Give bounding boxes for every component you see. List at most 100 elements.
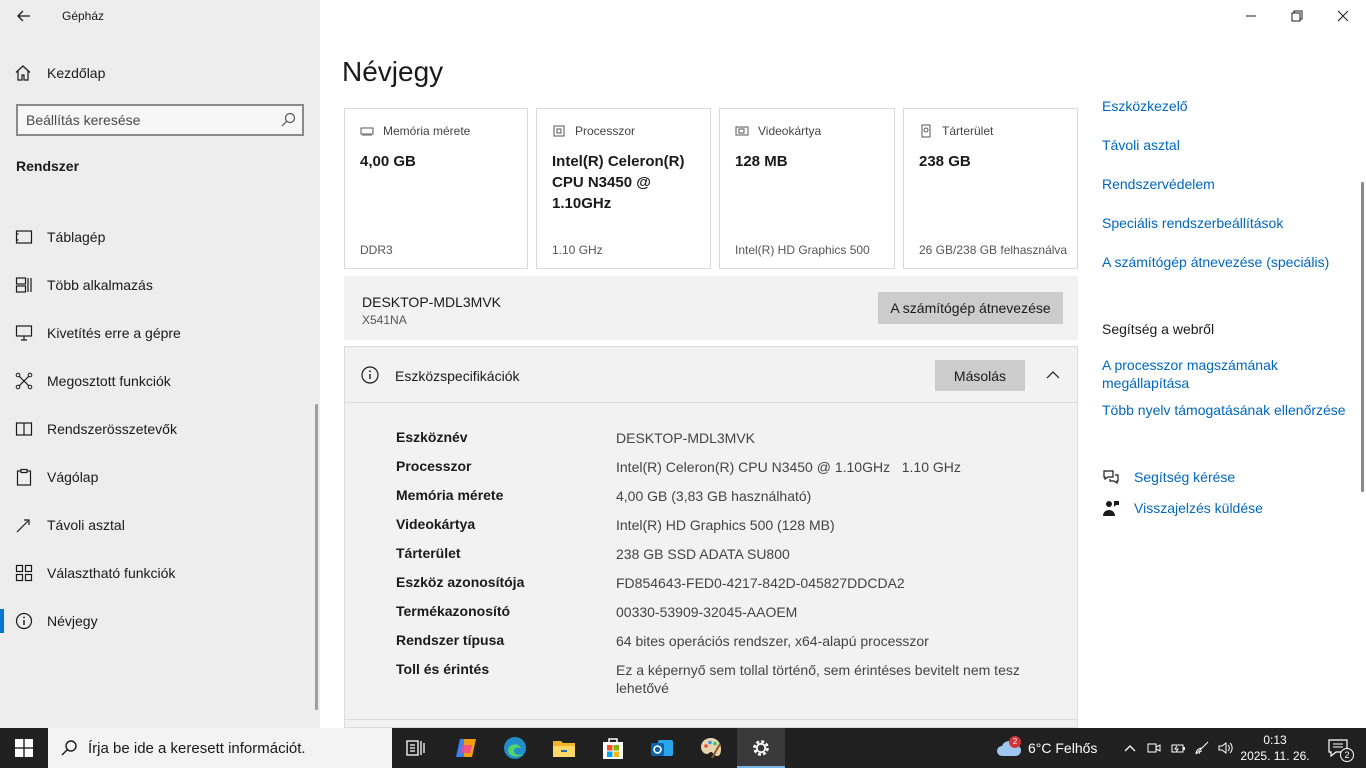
taskbar-search-box[interactable]: Írja be ide a keresett információt. — [48, 728, 392, 768]
remote-desktop-link[interactable]: Távoli asztal — [1102, 136, 1180, 154]
task-view-icon — [406, 740, 425, 756]
minimize-button[interactable] — [1228, 0, 1274, 32]
specifications-header[interactable]: Eszközspecifikációk Másolás — [345, 347, 1077, 403]
store-taskbar-app[interactable] — [589, 728, 637, 768]
task-view-button[interactable] — [392, 728, 440, 768]
back-button[interactable] — [10, 4, 38, 28]
sidebar-item-tablet[interactable]: Táblagép — [0, 213, 320, 261]
card-value: 4,00 GB — [360, 153, 416, 170]
processor-icon — [553, 125, 565, 137]
divider — [345, 719, 1077, 720]
sidebar-item-label: Kivetítés erre a gépre — [47, 325, 181, 341]
meet-now-tray-icon[interactable] — [1142, 728, 1166, 768]
get-help-label: Segítség kérése — [1134, 469, 1236, 485]
search-icon[interactable] — [280, 112, 296, 128]
multi-language-link[interactable]: Több nyelv támogatásának ellenőrzése — [1102, 401, 1346, 419]
sidebar-item-label: Névjegy — [47, 613, 98, 629]
notification-center-button[interactable]: 2 — [1320, 728, 1360, 768]
close-button[interactable] — [1320, 0, 1366, 32]
copy-button[interactable]: Másolás — [935, 360, 1025, 391]
speaker-icon — [1218, 742, 1233, 754]
show-hidden-icons-button[interactable] — [1118, 728, 1142, 768]
tablet-icon — [15, 230, 33, 244]
sidebar-item-label: Több alkalmazás — [47, 277, 153, 293]
spec-key: Termékazonosító — [396, 603, 511, 619]
card-label: Processzor — [575, 124, 636, 138]
spec-key: Rendszer típusa — [396, 632, 505, 648]
battery-icon — [1171, 744, 1185, 753]
sidebar-item-label: Rendszerösszetevők — [47, 421, 177, 437]
spec-value: DESKTOP-MDL3MVK — [616, 430, 755, 446]
settings-taskbar-app[interactable] — [737, 728, 785, 768]
sidebar-item-multitasking[interactable]: Több alkalmazás — [0, 261, 320, 309]
card-value: Intel(R) Celeron(R) CPU N3450 @ 1.10GHz — [552, 153, 685, 212]
processor-card: Processzor Intel(R) Celeron(R) CPU N3450… — [536, 108, 711, 269]
taskbar: Írja be ide a keresett információt. 2 6°… — [0, 728, 1366, 768]
weather-widget[interactable]: 2 6°C Felhős — [994, 728, 1106, 768]
card-subtext: 1.10 GHz — [552, 243, 603, 257]
copilot-taskbar-app[interactable] — [442, 728, 490, 768]
spec-value: Intel(R) Celeron(R) CPU N3450 @ 1.10GHz … — [616, 459, 961, 475]
spec-value: 00330-53909-32045-AAOEM — [616, 604, 798, 620]
sidebar-item-label: Megosztott funkciók — [47, 373, 171, 389]
sidebar-item-remote-desktop[interactable]: Távoli asztal — [0, 501, 320, 549]
restore-icon — [1291, 10, 1303, 22]
main-scrollbar[interactable] — [1361, 182, 1364, 492]
rename-pc-advanced-link[interactable]: A számítógép átnevezése (speciális) — [1102, 253, 1329, 271]
get-help-icon — [1103, 470, 1119, 485]
spec-key: Eszköz azonosítója — [396, 574, 525, 590]
settings-search-box[interactable] — [16, 104, 304, 136]
settings-search-input[interactable] — [26, 110, 266, 130]
taskbar-clock[interactable]: 0:13 2025. 11. 26. — [1240, 732, 1310, 764]
sidebar-item-label: Választható funkciók — [47, 565, 176, 581]
sidebar-item-shared-experiences[interactable]: Megosztott funkciók — [0, 357, 320, 405]
card-value: 238 GB — [919, 153, 971, 170]
network-tray-icon[interactable] — [1190, 728, 1214, 768]
card-label: Videokártya — [758, 124, 822, 138]
page-title: Névjegy — [342, 56, 444, 87]
sidebar-scrollbar[interactable] — [315, 404, 318, 710]
copilot-icon — [456, 739, 476, 757]
chevron-up-icon — [1124, 745, 1136, 752]
sidebar-item-home[interactable]: Kezdőlap — [0, 56, 320, 90]
graphics-card: Videokártya 128 MB Intel(R) HD Graphics … — [719, 108, 895, 269]
device-manager-link[interactable]: Eszközkezelő — [1102, 97, 1188, 115]
shared-experiences-icon — [15, 372, 33, 390]
sidebar-item-about[interactable]: Névjegy — [0, 597, 320, 645]
system-protection-link[interactable]: Rendszervédelem — [1102, 175, 1215, 193]
storage-card: Tárterület 238 GB 26 GB/238 GB felhaszná… — [903, 108, 1078, 269]
volume-tray-icon[interactable] — [1214, 728, 1238, 768]
card-label: Tárterület — [942, 124, 994, 138]
file-explorer-taskbar-app[interactable] — [540, 728, 588, 768]
memory-icon — [360, 127, 374, 136]
sidebar-section-title: Rendszer — [16, 158, 80, 174]
outlook-taskbar-app[interactable] — [638, 728, 686, 768]
info-icon — [361, 366, 379, 384]
notification-count-badge: 2 — [1340, 748, 1354, 762]
paint-taskbar-app[interactable] — [687, 728, 735, 768]
edge-taskbar-app[interactable] — [491, 728, 539, 768]
chevron-up-icon[interactable] — [1043, 365, 1063, 385]
advanced-system-settings-link[interactable]: Speciális rendszerbeállítások — [1102, 214, 1283, 232]
webcam-icon — [1147, 743, 1161, 753]
sidebar-item-clipboard[interactable]: Vágólap — [0, 453, 320, 501]
clock-date: 2025. 11. 26. — [1240, 749, 1310, 763]
app-title: Gépház — [62, 9, 105, 23]
processor-cores-link[interactable]: A processzor magszámának megállapítása — [1102, 356, 1332, 392]
windows-logo-icon — [15, 739, 33, 757]
minimize-icon — [1246, 15, 1256, 17]
specifications-title: Eszközspecifikációk — [395, 368, 520, 384]
spec-value: Intel(R) HD Graphics 500 (128 MB) — [616, 517, 835, 533]
start-button[interactable] — [0, 728, 48, 768]
sidebar-item-projecting[interactable]: Kivetítés erre a gépre — [0, 309, 320, 357]
sidebar-item-optional-features[interactable]: Választható funkciók — [0, 549, 320, 597]
battery-tray-icon[interactable] — [1166, 728, 1190, 768]
sidebar-item-system-components[interactable]: Rendszerösszetevők — [0, 405, 320, 453]
folder-icon — [553, 741, 575, 757]
restore-button[interactable] — [1274, 0, 1320, 32]
rename-pc-button[interactable]: A számítógép átnevezése — [878, 292, 1063, 324]
weather-badge: 2 — [1009, 736, 1021, 748]
system-components-icon — [15, 422, 33, 436]
spec-value: 238 GB SSD ADATA SU800 — [616, 546, 790, 562]
web-help-title: Segítség a webről — [1102, 321, 1215, 337]
